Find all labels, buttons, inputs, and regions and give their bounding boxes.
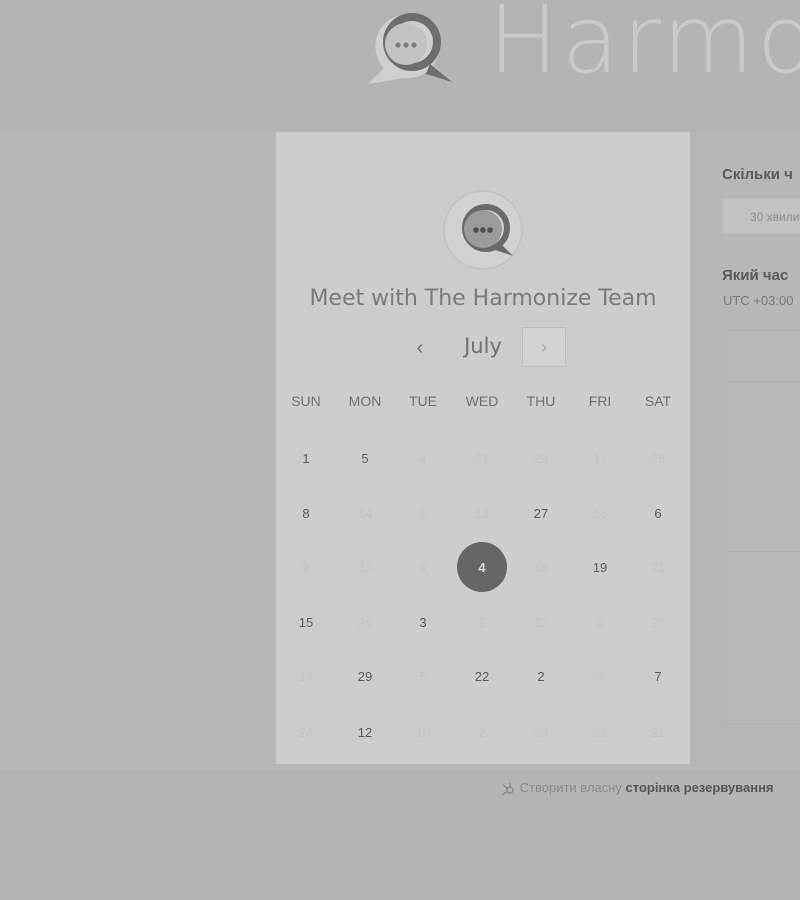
footer-promo: Створити власну сторінка резервування bbox=[500, 780, 800, 800]
calendar-day[interactable]: 3 bbox=[398, 597, 448, 647]
calendar-day: 28 bbox=[533, 724, 549, 740]
duration-label: Скільки ч bbox=[722, 166, 793, 183]
calendar-day: 17 bbox=[592, 450, 608, 466]
scheduling-side-panel: Скільки ч 30 хвили Який час UTC +03:00 bbox=[722, 160, 800, 760]
chat-bubble-logo-icon bbox=[368, 13, 452, 85]
team-avatar-icon bbox=[443, 190, 523, 270]
calendar-day: 9 bbox=[596, 668, 604, 684]
calendar-day: 13 bbox=[474, 505, 490, 521]
calendar-day[interactable]: 19 bbox=[575, 542, 625, 592]
weekday-tue: TUE bbox=[409, 393, 437, 409]
calendar-day: 2 bbox=[478, 724, 486, 740]
duration-select[interactable]: 30 хвили bbox=[722, 198, 800, 234]
weekday-sat: SAT bbox=[644, 393, 672, 409]
calendar-day[interactable]: 7 bbox=[633, 651, 683, 701]
calendar-day: 16 bbox=[592, 505, 608, 521]
calendar-day[interactable]: 15 bbox=[281, 597, 331, 647]
calendar-day: 31 bbox=[357, 559, 373, 575]
weekday-wed: WED bbox=[465, 393, 499, 409]
previous-month-button[interactable]: ‹ bbox=[402, 330, 438, 366]
month-label: July bbox=[464, 334, 502, 358]
weekday-fri: FRI bbox=[588, 393, 612, 409]
calendar-day: 18 bbox=[533, 559, 549, 575]
next-month-button[interactable]: › bbox=[522, 327, 566, 367]
calendar-day: 14 bbox=[357, 505, 373, 521]
calendar-day[interactable]: 8 bbox=[281, 488, 331, 538]
calendar-day: 5 bbox=[419, 668, 427, 684]
calendar-day: 21 bbox=[592, 724, 608, 740]
footer-text: Створити власну bbox=[519, 780, 622, 795]
calendar-day-grid: 1 5 4 21 29 17 28 8 14 6 13 27 16 6 9 31 4 4 18 19 21 15 24 3 2 1… bbox=[276, 430, 690, 760]
time-label: Який час bbox=[722, 267, 789, 284]
calendar-day: 21 bbox=[474, 450, 490, 466]
brand-name: Harmo bbox=[488, 0, 800, 95]
calendar-day-selected[interactable]: 4 bbox=[457, 542, 507, 592]
calendar-day: 2 bbox=[478, 614, 486, 630]
calendar-day: 29 bbox=[533, 450, 549, 466]
meeting-title: Meet with The Harmonize Team bbox=[309, 286, 657, 311]
footer-link[interactable]: сторінка резервування bbox=[626, 780, 774, 795]
weekday-sun: SUN bbox=[291, 393, 321, 409]
calendar-day: 21 bbox=[650, 724, 666, 740]
calendar-day[interactable]: 2 bbox=[516, 651, 566, 701]
time-slots-panel bbox=[726, 330, 800, 724]
calendar-day[interactable]: 1 bbox=[281, 433, 331, 483]
calendar-day: 12 bbox=[533, 614, 549, 630]
calendar-day[interactable]: 29 bbox=[340, 651, 390, 701]
calendar-day: 20 bbox=[650, 614, 666, 630]
calendar-day: 4 bbox=[419, 450, 427, 466]
weekday-thu: THU bbox=[526, 393, 556, 409]
calendar-day: 28 bbox=[650, 450, 666, 466]
calendar-day: 14 bbox=[298, 668, 314, 684]
calendar-day: 8 bbox=[596, 614, 604, 630]
brand-header: Harmo bbox=[360, 0, 800, 100]
calendar-day[interactable]: 27 bbox=[516, 488, 566, 538]
weekday-header: SUN MON TUE WED THU FRI SAT bbox=[276, 393, 690, 413]
calendar-day: 24 bbox=[298, 724, 314, 740]
calendar-day: 4 bbox=[419, 559, 427, 575]
calendar-day: 19 bbox=[415, 724, 431, 740]
calendar-day[interactable]: 6 bbox=[633, 488, 683, 538]
calendar-day[interactable]: 5 bbox=[340, 433, 390, 483]
calendar-day: 21 bbox=[650, 559, 666, 575]
sprocket-icon bbox=[501, 782, 514, 796]
time-slot-row[interactable] bbox=[727, 551, 800, 552]
calendar-day[interactable]: 12 bbox=[340, 707, 390, 757]
calendar-day: 24 bbox=[357, 614, 373, 630]
calendar-day: 6 bbox=[419, 505, 427, 521]
time-slot-row[interactable] bbox=[727, 381, 800, 382]
timezone-label[interactable]: UTC +03:00 bbox=[723, 293, 793, 308]
calendar-day: 9 bbox=[302, 559, 310, 575]
calendar-day[interactable]: 22 bbox=[457, 651, 507, 701]
weekday-mon: MON bbox=[348, 393, 382, 409]
